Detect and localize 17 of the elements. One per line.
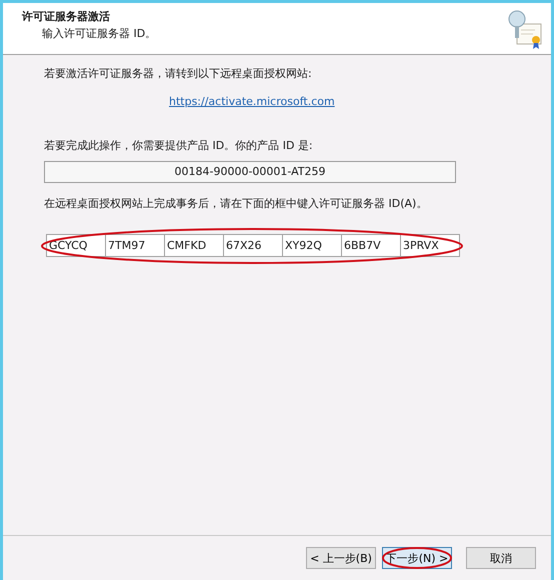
server-id-field[interactable]: 67X26 <box>223 234 283 257</box>
wizard-button[interactable]: < 上一步(B) <box>306 547 376 569</box>
highlight-ellipse <box>382 547 452 569</box>
instruction-text: 若要完成此操作，你需要提供产品 ID。你的产品 ID 是: <box>44 139 314 153</box>
wizard-button[interactable]: 下一步(N) > <box>382 547 452 569</box>
server-id-field[interactable]: 6BB7V <box>341 234 401 257</box>
instruction-text: 在远程桌面授权网站上完成事务后，请在下面的框中键入许可证服务器 ID(A)。 <box>44 197 428 211</box>
server-id-field[interactable]: 7TM97 <box>105 234 165 257</box>
wizard-subtitle: 输入许可证服务器 ID。 <box>42 26 156 41</box>
certificate-icon <box>507 10 543 50</box>
activation-link[interactable]: https://activate.microsoft.com <box>169 95 335 108</box>
server-id-field[interactable]: CMFKD <box>164 234 224 257</box>
wizard-button[interactable]: 取消 <box>466 547 536 569</box>
product-id-field[interactable]: 00184-90000-00001-AT259 <box>44 161 456 183</box>
wizard-title: 许可证服务器激活 <box>22 9 111 24</box>
instruction-text: 若要激活许可证服务器，请转到以下远程桌面授权网站: <box>44 67 313 81</box>
server-id-field[interactable]: XY92Q <box>282 234 342 257</box>
